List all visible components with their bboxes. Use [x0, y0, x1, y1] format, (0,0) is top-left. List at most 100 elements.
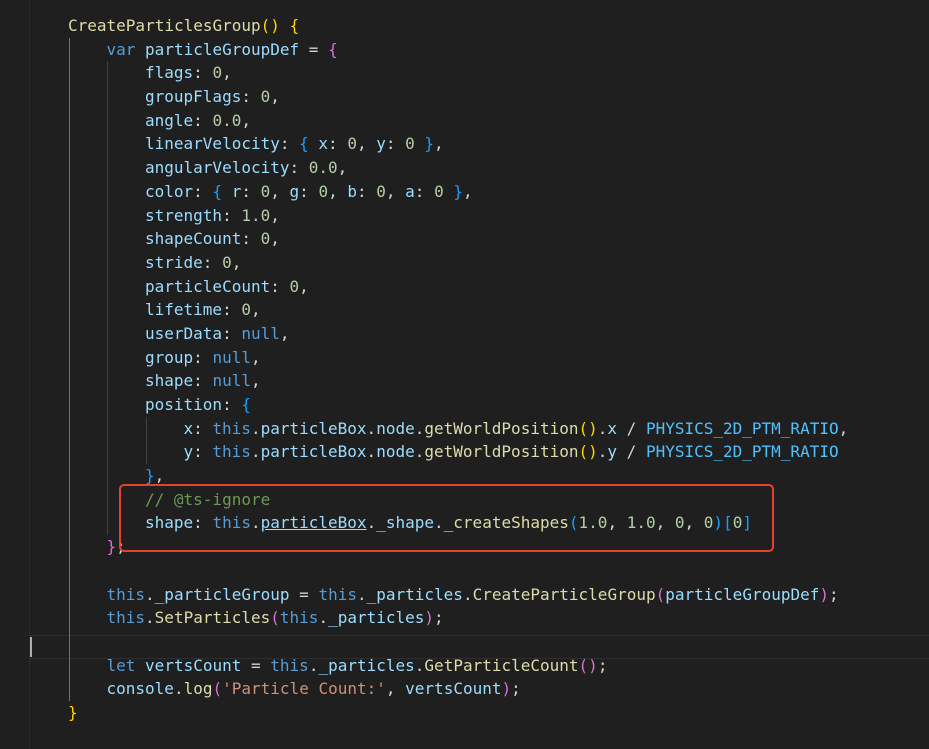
code-token: getWorldPosition [424, 442, 579, 462]
code-token: 0 [260, 87, 271, 107]
indent-guide [69, 108, 70, 133]
code-token: , [250, 300, 261, 320]
code-token: ( [212, 679, 223, 699]
indent-guide [69, 464, 70, 488]
code-token: () [260, 16, 280, 35]
code-token: 0.0 [212, 110, 242, 130]
code-token: var [106, 39, 136, 59]
code-token: . [366, 418, 377, 438]
code-token: } [145, 466, 155, 486]
code-token: _particleGroup [154, 584, 290, 604]
code-token: console [106, 679, 174, 699]
code-token: 0 [260, 229, 271, 249]
code-token: . [173, 679, 184, 699]
code-token: ) [501, 679, 512, 699]
code-token: , [231, 252, 242, 272]
code-token: , [270, 181, 290, 201]
indent-guide [107, 487, 108, 512]
code-token: null [241, 323, 280, 343]
code-token: : [193, 371, 213, 391]
code-token: . [318, 608, 329, 628]
indent-guide [69, 179, 70, 204]
code-token: ; [511, 679, 521, 699]
code-text: angularVelocity: 0.0, [145, 156, 347, 180]
code-token: : [193, 63, 213, 83]
code-token: { [212, 181, 223, 201]
code-token: linearVelocity [145, 134, 280, 154]
indent-guide [69, 156, 70, 180]
code-text: let vertsCount = this._particles.GetPart… [107, 654, 608, 678]
indent-guide [107, 85, 108, 109]
indent-guide [107, 274, 108, 299]
code-token: null [212, 347, 251, 367]
code-token: , [838, 418, 849, 438]
code-editor[interactable]: CreateParticlesGroup() {var particleGrou… [0, 0, 929, 749]
code-text: CreateParticlesGroup() { [68, 14, 299, 38]
indent-guide [69, 487, 70, 512]
code-token: , [356, 134, 377, 154]
indent-guide [107, 440, 108, 465]
code-token: a [405, 181, 415, 201]
code-token: / [617, 442, 646, 462]
code-token: userData [145, 323, 223, 343]
code-token: r [231, 181, 242, 201]
code-token: group [145, 347, 194, 367]
code-token: x [318, 134, 329, 154]
indent-guide [69, 298, 70, 322]
code-token: angularVelocity [145, 158, 290, 178]
code-token: , [328, 181, 348, 201]
code-token: . [597, 442, 608, 462]
code-token: . [250, 442, 261, 462]
indent-guide [107, 61, 108, 86]
indent-guide [69, 677, 70, 701]
code-token: , [434, 134, 444, 154]
code-token: y [183, 442, 194, 462]
indent-guide [107, 132, 108, 157]
code-token: , [337, 158, 348, 178]
code-token: : [241, 181, 261, 201]
code-token: let [106, 655, 136, 675]
code-token: , [222, 63, 232, 83]
code-token: 0 [405, 134, 415, 154]
code-token: { [328, 39, 338, 59]
code-token: ( [270, 608, 280, 628]
code-token: y [607, 442, 618, 462]
code-token: particleGroupDef [145, 39, 300, 59]
indent-guide [69, 440, 70, 465]
code-text: group: null, [145, 346, 261, 370]
indent-guide [69, 535, 70, 559]
code-token: ; [829, 584, 839, 604]
code-token: this [106, 608, 146, 628]
code-token: () [578, 442, 598, 462]
code-text: stride: 0, [145, 251, 241, 275]
indent-guide [69, 203, 70, 228]
code-token: . [414, 655, 425, 675]
indent-guide [69, 250, 70, 275]
code-token: 0 [260, 181, 271, 201]
code-token: 0 [318, 181, 329, 201]
indent-guide [69, 61, 70, 86]
indent-guide [69, 227, 70, 251]
code-token: angle [145, 110, 194, 130]
indent-guide [107, 511, 108, 536]
code-token: 0 [241, 300, 251, 320]
indent-guide [146, 440, 147, 465]
code-token: : [193, 181, 213, 201]
code-token: ; [597, 655, 608, 675]
code-token: : [270, 276, 290, 296]
code-text: shapeCount: 0, [145, 227, 280, 251]
code-token: . [250, 418, 261, 438]
code-token: shape [145, 371, 194, 391]
code-token: 0 [222, 252, 232, 272]
code-token: : [241, 87, 261, 107]
code-token: , [279, 323, 290, 343]
code-token: log [183, 679, 213, 699]
code-token: null [212, 371, 251, 391]
code-token: 0 [434, 181, 444, 201]
code-token: CreateParticleGroup [472, 584, 656, 604]
code-token: 0 [376, 181, 386, 201]
